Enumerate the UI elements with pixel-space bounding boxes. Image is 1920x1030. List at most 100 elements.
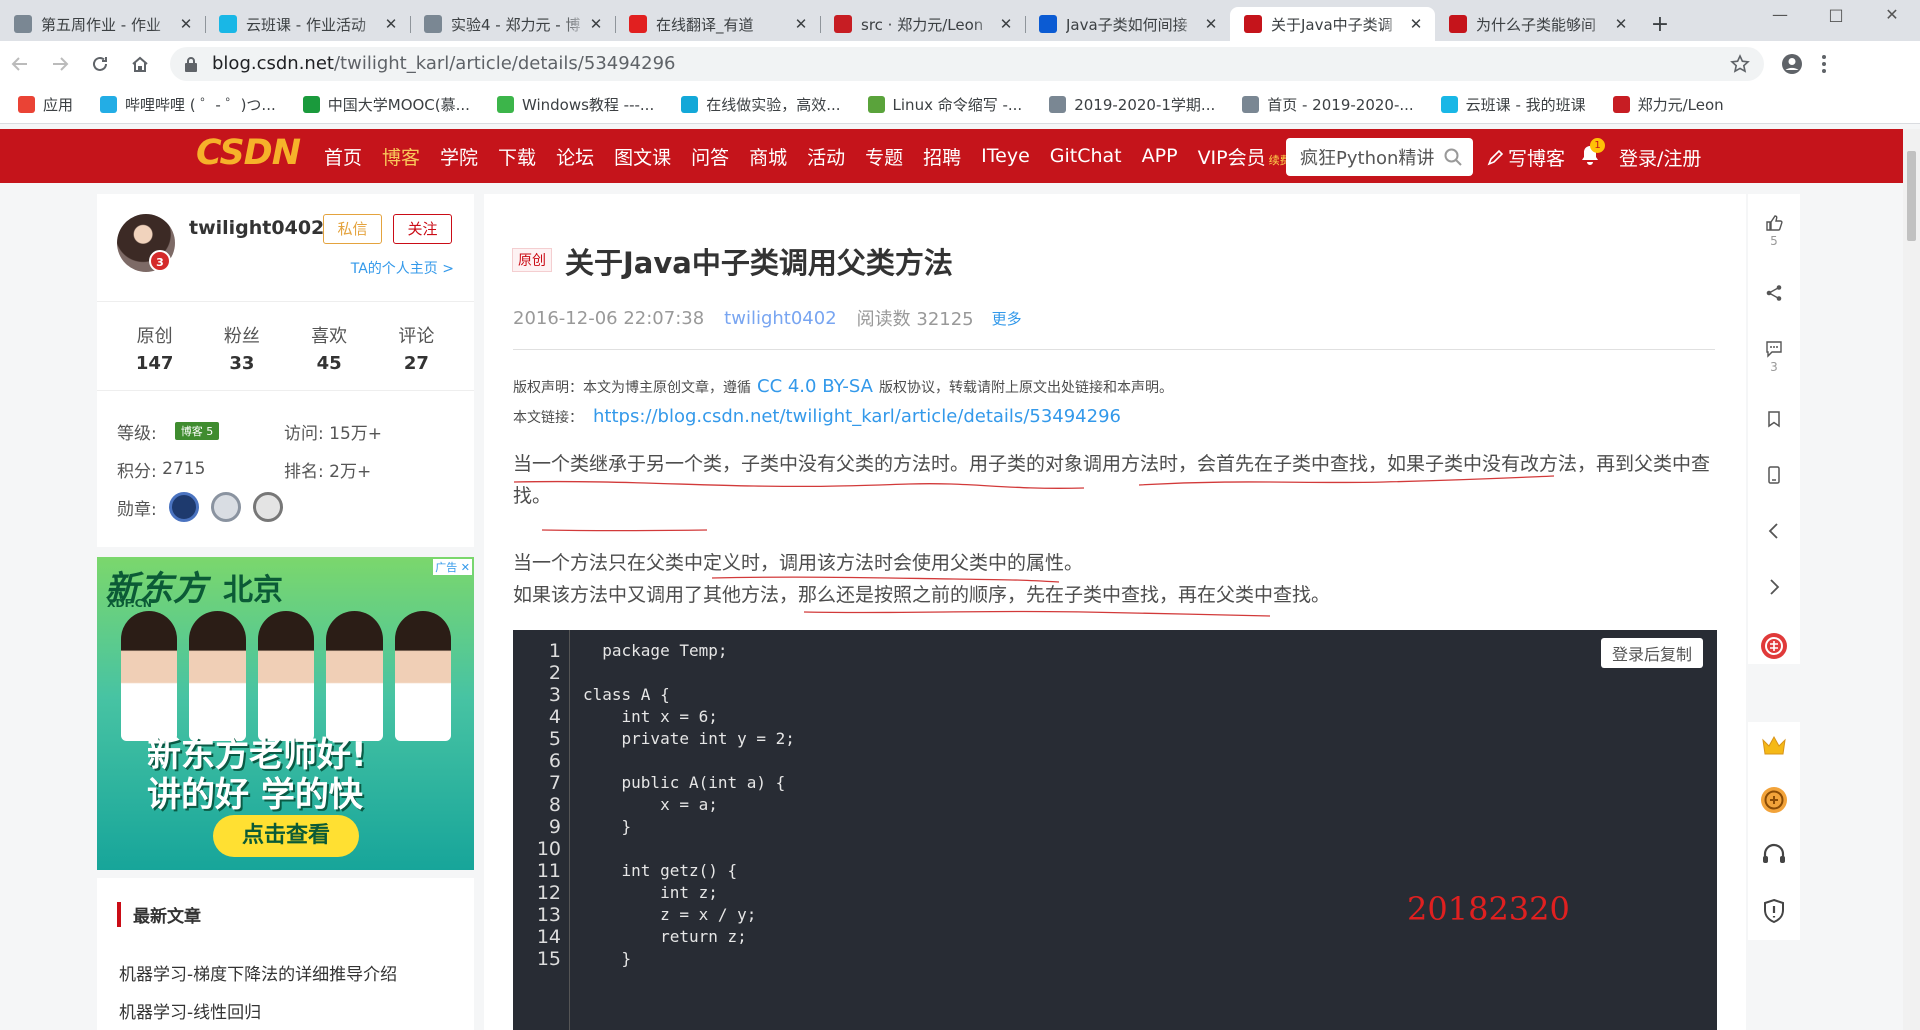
favorite-button[interactable] [1748,410,1800,428]
bookmark-item[interactable]: 中国大学MOOC(慕... [302,94,470,115]
article-author-link[interactable]: twilight0402 [724,308,836,329]
more-vertical-icon [1822,54,1826,73]
medal-icon[interactable] [168,492,199,522]
browser-tab[interactable]: 云班课 - 作业活动 ✕ [205,7,410,41]
reload-button[interactable] [80,46,120,82]
bookmark-label: 中国大学MOOC(慕... [327,96,470,114]
address-bar[interactable]: blog.csdn.net/twilight_karl/article/deta… [170,46,1764,81]
csdn-logo[interactable]: CSDN [196,133,301,173]
copy-after-login-button[interactable]: 登录后复制 [1600,638,1703,668]
bookmark-label: 哔哩哔哩 ( ゜- ゜)つ... [125,96,276,114]
bookmark-star-icon[interactable] [1730,53,1750,74]
reward-button[interactable] [1748,632,1800,660]
author-name[interactable]: twilight0402 [189,217,324,239]
search-input[interactable]: 疯狂Python精讲 [1286,138,1473,176]
recent-article-link[interactable]: 机器学习-梯度下降法的详细推导介绍 [119,960,397,985]
close-tab-icon[interactable]: ✕ [1202,15,1220,33]
bookmark-item[interactable]: 在线做实验，高效... [681,94,841,115]
ad-cta-button[interactable]: 点击查看 [213,815,359,857]
close-window-button[interactable]: ✕ [1864,0,1920,32]
arrow-left-icon [11,56,27,71]
nav-item[interactable]: 活动 [807,143,845,170]
checkin-button[interactable] [1748,786,1800,814]
nav-item[interactable]: APP [1142,145,1178,167]
bookmark-item[interactable]: Linux 命令缩写 -... [867,94,1022,115]
comment-button[interactable]: 3 [1748,340,1800,374]
author-homepage-link[interactable]: TA的个人主页 > [351,258,454,278]
close-tab-icon[interactable]: ✕ [792,15,810,33]
write-blog-button[interactable]: 写博客 [1486,144,1565,171]
profile-button[interactable] [1772,46,1812,82]
login-register-link[interactable]: 登录/注册 [1619,144,1701,171]
vip-crown-button[interactable] [1748,734,1800,756]
bookmark-item[interactable]: 2019-2020-1学期... [1049,94,1215,115]
close-tab-icon[interactable]: ✕ [177,15,195,33]
line-number: 14 [536,926,561,948]
bookmark-item[interactable]: 云班课 - 我的班课 [1440,94,1586,115]
cloud-icon [424,15,442,33]
nav-item[interactable]: 下载 [498,143,536,170]
minimize-button[interactable]: — [1752,0,1808,32]
bookmark-item[interactable]: 应用 [18,94,73,115]
bookmark-item[interactable]: 哔哩哔哩 ( ゜- ゜)つ... [100,94,276,115]
bookmark-item[interactable]: 首页 - 2019-2020-... [1242,94,1414,115]
nav-item[interactable]: 学院 [440,143,478,170]
follow-button[interactable]: 关注 [393,214,452,244]
crown-icon [1762,735,1786,755]
bookmark-item[interactable]: Windows教程 ---... [496,94,654,115]
mobile-view-button[interactable] [1748,466,1800,484]
ad-tag[interactable]: 广告 ✕ [433,559,472,575]
license-link[interactable]: CC 4.0 BY-SA [757,376,873,397]
share-button[interactable] [1748,284,1800,302]
back-button[interactable] [0,46,40,82]
message-button[interactable]: 私信 [323,214,382,244]
nav-item[interactable]: 图文课 [614,143,671,170]
close-tab-icon[interactable]: ✕ [1407,15,1425,33]
bookmark-item[interactable]: 郑力元/Leon [1612,94,1724,115]
more-link[interactable]: 更多 [992,308,1022,329]
search-icon[interactable] [1443,147,1463,167]
next-article-button[interactable] [1748,578,1800,596]
nav-item[interactable]: 博客 [382,143,420,170]
nav-item[interactable]: 专题 [865,143,903,170]
browser-tab[interactable]: 实验4 - 郑力元 - 博 ✕ [410,7,615,41]
nav-item[interactable]: 商城 [749,143,787,170]
nav-item[interactable]: GitChat [1050,145,1122,167]
browser-tab[interactable]: 第五周作业 - 作业 ✕ [0,7,205,41]
close-tab-icon[interactable]: ✕ [1612,15,1630,33]
close-tab-icon[interactable]: ✕ [382,15,400,33]
permalink-url[interactable]: https://blog.csdn.net/twilight_karl/arti… [593,406,1121,427]
new-tab-button[interactable]: + [1640,7,1680,41]
home-button[interactable] [120,46,160,82]
medal-icon[interactable] [252,492,283,522]
nav-item[interactable]: ITeye [981,145,1030,167]
forward-button[interactable] [40,46,80,82]
previous-article-button[interactable] [1748,522,1800,540]
reload-icon [93,56,107,71]
nav-item[interactable]: 首页 [324,143,362,170]
browser-tab[interactable]: 为什么子类能够间 ✕ [1435,7,1640,41]
like-button[interactable]: 5 [1748,214,1800,248]
nav-item[interactable]: 问答 [691,143,729,170]
recent-article-link[interactable]: 机器学习-线性回归 [119,998,261,1023]
avatar[interactable]: 3 [117,214,175,272]
browser-tab[interactable]: 关于Java中子类调 ✕ [1230,7,1435,41]
maximize-button[interactable]: □ [1808,0,1864,32]
nav-item[interactable]: 论坛 [556,143,594,170]
customer-service-button[interactable] [1748,842,1800,868]
browser-tab[interactable]: 在线翻译_有道 ✕ [615,7,820,41]
nav-item[interactable]: 招聘 [923,143,961,170]
close-tab-icon[interactable]: ✕ [997,15,1015,33]
url-path: /twilight_karl/article/details/53494296 [333,53,676,74]
report-button[interactable] [1748,898,1800,924]
browser-tab[interactable]: src · 郑力元/Leon ✕ [820,7,1025,41]
lock-icon[interactable] [184,56,198,72]
advertisement-banner[interactable]: 新东方 XDF.CN 北京 广告 ✕ 新东方老师好! 讲的好 学的快 点击查看 [97,557,474,870]
page-scrollbar[interactable] [1903,129,1920,1030]
medal-icon[interactable] [210,492,241,522]
scrollbar-thumb[interactable] [1907,151,1916,241]
menu-button[interactable] [1812,46,1836,82]
close-tab-icon[interactable]: ✕ [587,15,605,33]
notification-button[interactable]: 1 [1580,138,1605,166]
browser-tab[interactable]: Java子类如何间接 ✕ [1025,7,1230,41]
